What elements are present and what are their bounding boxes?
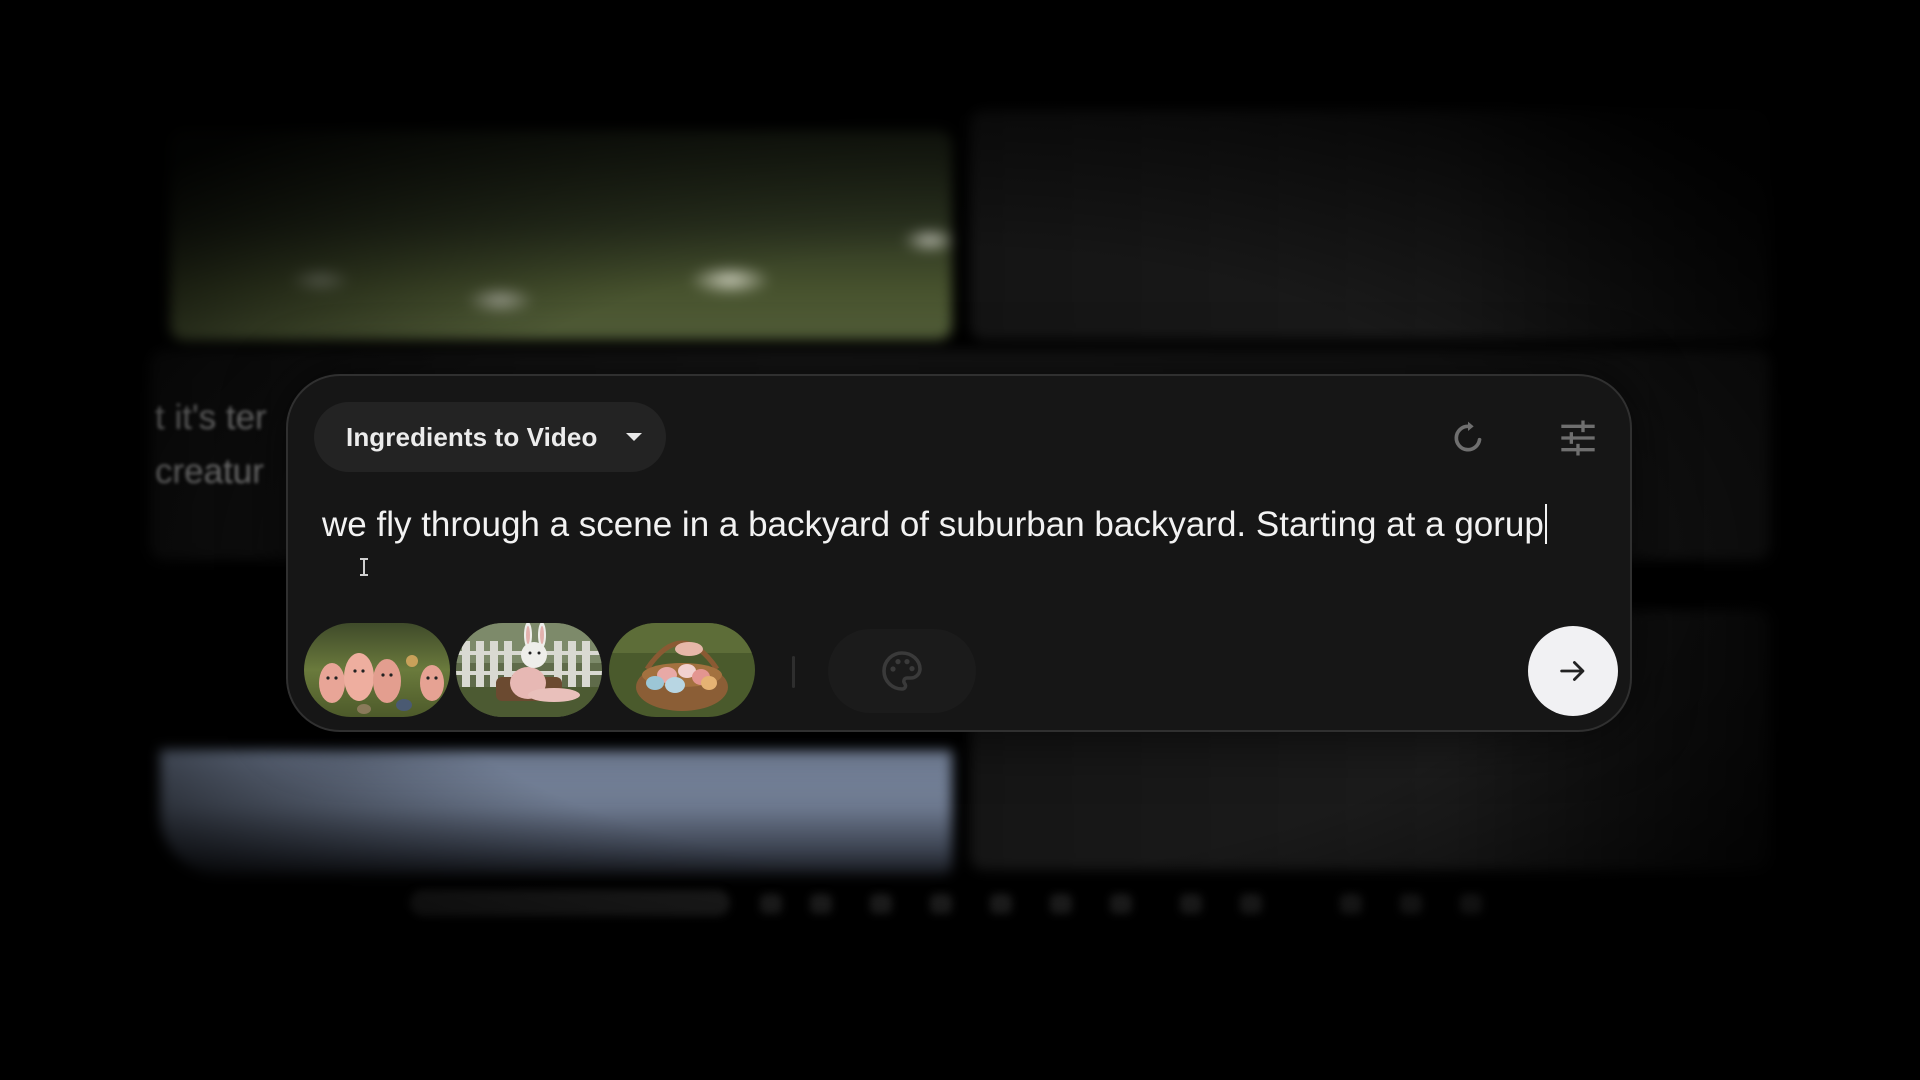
background-timeline-toolbar — [340, 888, 1600, 918]
palette-icon — [882, 651, 922, 691]
background-toolbar-pill — [410, 890, 730, 916]
screen: t it's ter creatur Ingredients to Video — [0, 0, 1920, 1080]
ingredient-thumbnail-bunny[interactable] — [456, 623, 602, 717]
ingredient-thumbnail-chicks[interactable] — [304, 623, 450, 717]
background-toolbar-icon — [810, 894, 832, 914]
egg-basket-image — [609, 623, 755, 717]
ingredient-thumbnail-egg-basket[interactable] — [609, 623, 755, 717]
background-toolbar-icon — [1340, 894, 1362, 914]
send-button[interactable] — [1528, 626, 1618, 716]
mode-selector-label: Ingredients to Video — [346, 421, 598, 452]
sliders-icon — [1561, 420, 1595, 456]
background-toolbar-icon — [1460, 894, 1482, 914]
background-sky-video-tile — [160, 750, 952, 875]
background-toolbar-icon — [1110, 894, 1132, 914]
background-toolbar-icon — [1240, 894, 1262, 914]
refresh-button[interactable] — [1440, 410, 1496, 466]
prompt-composer: Ingredients to Video we fly through a sc… — [286, 374, 1632, 732]
background-dark-tile-top — [970, 110, 1770, 340]
prompt-input[interactable]: we fly through a scene in a backyard of … — [322, 498, 1562, 552]
mode-selector-dropdown[interactable]: Ingredients to Video — [314, 402, 666, 472]
chicks-image — [304, 623, 450, 717]
background-toolbar-icon — [990, 894, 1012, 914]
background-toolbar-icon — [1400, 894, 1422, 914]
settings-button[interactable] — [1550, 410, 1606, 466]
background-toolbar-icon — [870, 894, 892, 914]
background-toolbar-icon — [1050, 894, 1072, 914]
prompt-input-text: we fly through a scene in a backyard of … — [322, 505, 1544, 544]
arrow-right-icon — [1560, 661, 1585, 681]
refresh-icon — [1454, 421, 1482, 452]
background-caption-line-2: creatur — [155, 452, 264, 491]
text-cursor — [1544, 504, 1547, 544]
bunny-image — [456, 623, 602, 717]
background-toolbar-icon — [1180, 894, 1202, 914]
toolbar-divider — [792, 656, 795, 688]
style-button[interactable] — [828, 629, 976, 713]
background-caption-line-1: t it's ter — [155, 398, 267, 437]
background-garden-video-tile — [170, 130, 952, 340]
background-toolbar-icon — [930, 894, 952, 914]
chevron-down-icon — [626, 433, 642, 441]
background-toolbar-icon — [760, 894, 782, 914]
mouse-ibeam-cursor — [360, 558, 368, 576]
